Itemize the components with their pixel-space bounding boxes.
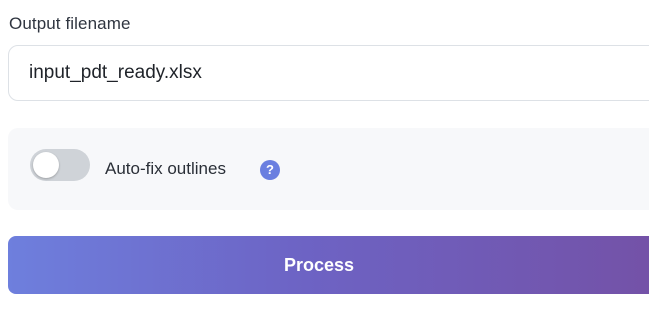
question-circle-icon[interactable]: ? xyxy=(260,160,280,180)
settings-panel: Output filename Auto-fix outlines ? Proc… xyxy=(0,0,649,327)
output-filename-label: Output filename xyxy=(9,14,131,33)
toggle-knob xyxy=(33,152,59,178)
options-card: Auto-fix outlines ? xyxy=(8,128,649,210)
output-filename-input[interactable] xyxy=(8,45,649,101)
auto-fix-outlines-label: Auto-fix outlines xyxy=(105,159,226,178)
process-button[interactable]: Process xyxy=(8,236,649,294)
auto-fix-outlines-toggle[interactable] xyxy=(30,149,90,181)
